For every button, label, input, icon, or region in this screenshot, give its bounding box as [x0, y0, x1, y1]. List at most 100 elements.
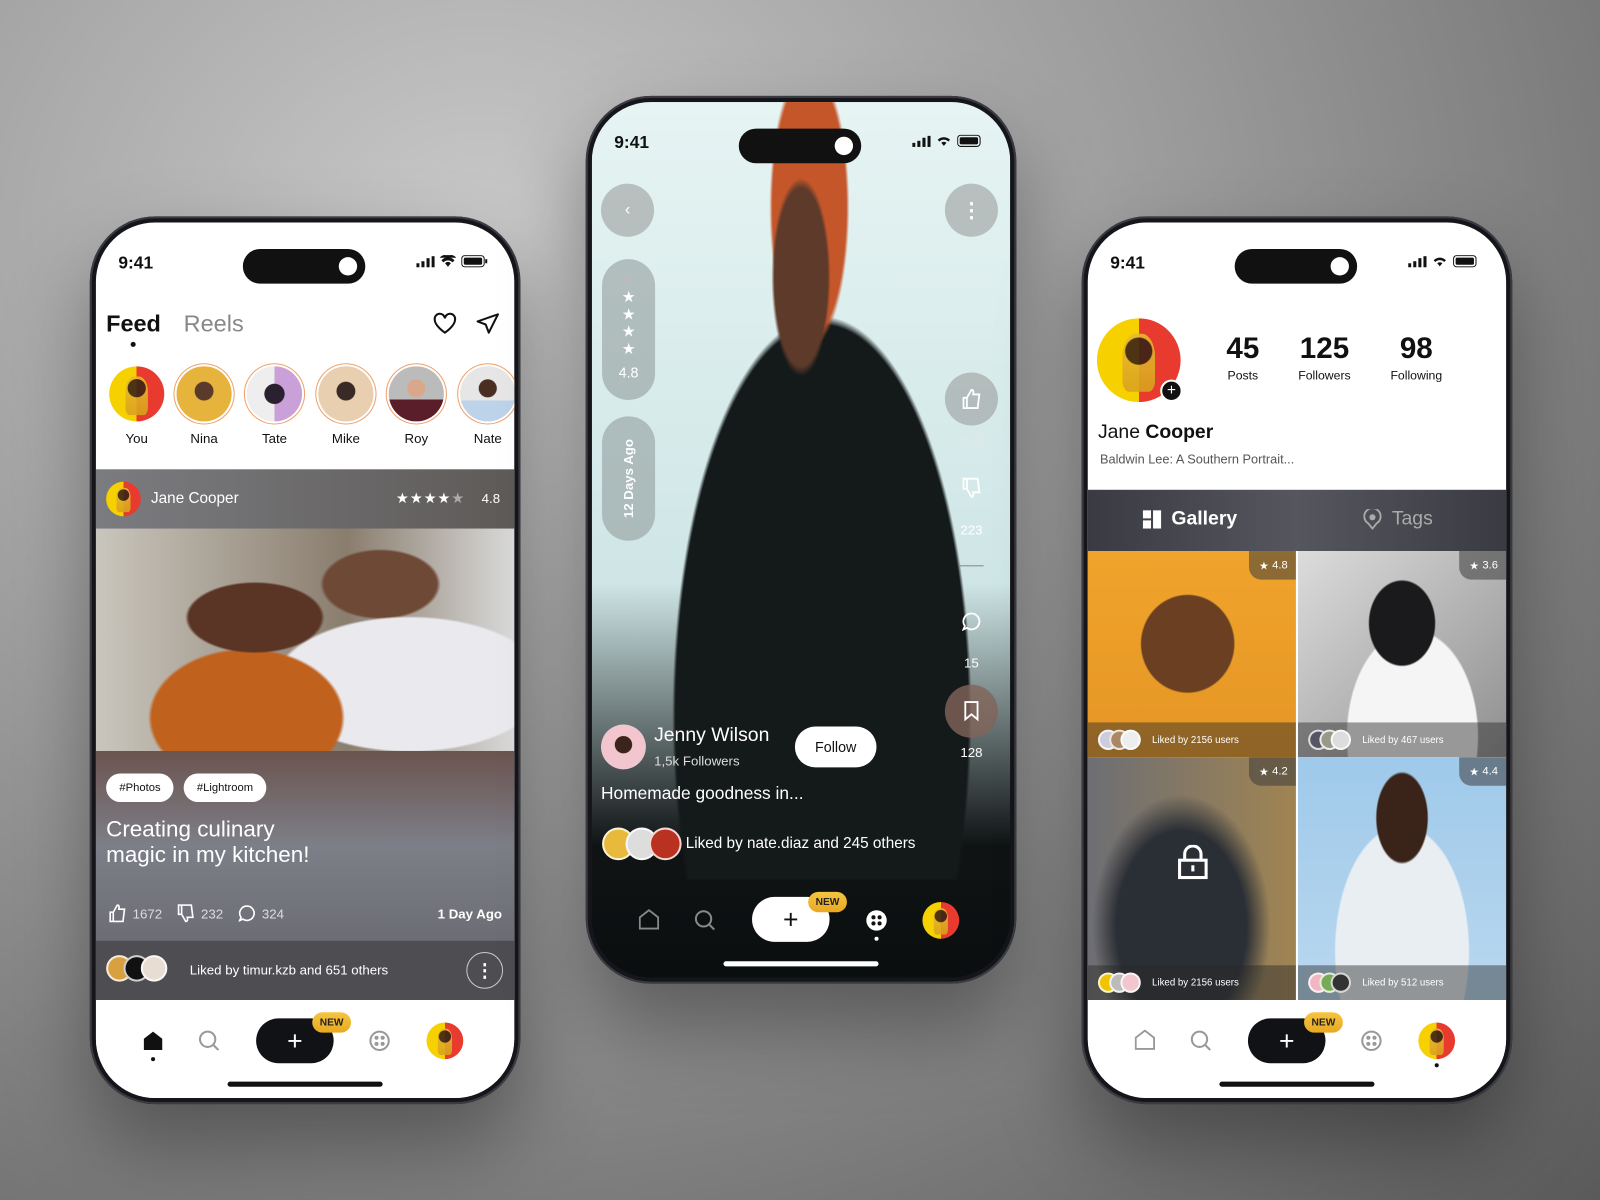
- post-author-avatar[interactable]: [106, 481, 141, 517]
- status-icons: [1408, 255, 1479, 268]
- lock-icon: [1178, 844, 1208, 880]
- home-indicator: [723, 961, 879, 967]
- profile-nav-avatar[interactable]: [426, 1022, 464, 1060]
- post-time: 1 Day Ago: [437, 906, 503, 922]
- gallery-item[interactable]: ★ 3.6 Liked by 467 users: [1297, 551, 1507, 758]
- post-title: Creating culinary magic in my kitchen!: [106, 816, 309, 867]
- more-options-button[interactable]: ⋮: [466, 952, 504, 989]
- tab-feed[interactable]: Feed: [106, 310, 161, 338]
- story-avatar-mike[interactable]: [318, 366, 374, 422]
- profile-bio: Baldwin Lee: A Southern Portrait...: [1099, 452, 1295, 467]
- tag-photos[interactable]: #Photos: [106, 773, 174, 803]
- signal-icon: [416, 255, 435, 267]
- tag-lightroom[interactable]: #Lightroom: [183, 773, 267, 803]
- new-badge: NEW: [1304, 1012, 1343, 1033]
- profile-nav-avatar[interactable]: [1418, 1022, 1456, 1060]
- reel-liked-by[interactable]: Liked by nate.diaz and 245 others: [686, 835, 916, 852]
- star-icon: ★: [1469, 765, 1480, 779]
- profile-nav-avatar[interactable]: [922, 902, 960, 939]
- story-avatar-you[interactable]: [109, 366, 165, 422]
- follow-button[interactable]: Follow: [794, 726, 877, 768]
- tab-reels[interactable]: Reels: [184, 310, 244, 338]
- stat-followers[interactable]: 125 Followers: [1288, 333, 1361, 383]
- status-time: 9:41: [118, 253, 154, 273]
- post-title-line: magic in my kitchen!: [106, 841, 310, 868]
- story-name: Tate: [261, 430, 288, 446]
- gallery-item[interactable]: ★ 4.8 Liked by 2156 users: [1087, 551, 1296, 758]
- post-liked-band: Liked by timur.kzb and 651 others ⋮: [95, 940, 515, 1000]
- dislike-count: 232: [200, 905, 224, 921]
- rating-value: 4.2: [1272, 765, 1288, 778]
- map-pin-user-icon: [1363, 509, 1382, 530]
- bookmark-icon: [964, 701, 979, 722]
- stat-label: Following: [1390, 368, 1443, 383]
- home-icon[interactable]: [1134, 1029, 1155, 1050]
- tab-gallery[interactable]: Gallery: [1142, 508, 1237, 530]
- rating-value: 4.4: [1482, 765, 1498, 778]
- search-icon[interactable]: [694, 909, 716, 931]
- story-avatar-tate[interactable]: [246, 366, 303, 422]
- search-icon[interactable]: [198, 1030, 220, 1052]
- new-badge: NEW: [808, 891, 847, 913]
- gallery-liked-band: Liked by 467 users: [1297, 722, 1507, 758]
- rating-pill: ★ ★ ★ ★ ★ 4.8: [602, 259, 656, 400]
- story-name: Roy: [404, 430, 429, 446]
- grid-icon: [1142, 510, 1162, 529]
- save-button[interactable]: [944, 684, 998, 738]
- status-time: 9:41: [1110, 253, 1145, 273]
- more-button[interactable]: ⋮: [944, 183, 998, 237]
- star-icon: ★: [1258, 559, 1270, 572]
- thumbs-up-icon[interactable]: [108, 904, 126, 923]
- reel-author-name[interactable]: Jenny Wilson: [654, 724, 769, 746]
- gallery-item-locked[interactable]: ★ 4.2 Liked by 2156 users: [1087, 757, 1296, 1000]
- like-button[interactable]: [944, 372, 998, 426]
- back-button[interactable]: ‹: [601, 183, 655, 237]
- gallery-item[interactable]: ★ 4.4 Liked by 512 users: [1297, 757, 1507, 1000]
- star-icon: ★: [1258, 765, 1270, 779]
- dynamic-island: [1234, 248, 1358, 284]
- stat-value: 98: [1399, 332, 1433, 366]
- chevron-left-icon: ‹: [624, 201, 631, 219]
- reels-icon[interactable]: [865, 909, 887, 931]
- dynamic-island: [242, 248, 366, 284]
- comment-icon[interactable]: [237, 904, 255, 922]
- post-image[interactable]: [95, 528, 515, 752]
- active-nav-dot: [151, 1057, 156, 1062]
- reels-icon[interactable]: [368, 1030, 390, 1052]
- post-rating-stars: ★★★★★: [395, 489, 466, 507]
- post-author-name[interactable]: Jane Cooper: [151, 490, 239, 507]
- reel-caption[interactable]: Homemade goodness in...: [601, 784, 804, 804]
- stat-following[interactable]: 98 Following: [1378, 333, 1456, 383]
- liked-avatars: [602, 827, 682, 861]
- reels-icon[interactable]: [1360, 1030, 1382, 1052]
- active-nav-dot: [874, 936, 879, 941]
- stat-posts[interactable]: 45 Posts: [1212, 333, 1273, 383]
- reel-author-avatar[interactable]: [601, 724, 646, 770]
- heart-icon[interactable]: [433, 312, 457, 334]
- phone-profile: 9:41 + 45 Posts 125 Followers 98 Followi…: [1081, 216, 1513, 1105]
- post-stats: 1672 232 324: [108, 904, 284, 923]
- comment-button[interactable]: [945, 595, 998, 648]
- feed-screen: 9:41 Feed Reels You Nina Tate Mike Roy N…: [95, 222, 515, 1098]
- stat-label: Followers: [1298, 368, 1351, 383]
- reel-screen[interactable]: 9:41 ‹ ⋮ ★ ★ ★ ★ ★ 4.8 12 Days Ago 1542 223 …: [591, 102, 1011, 978]
- dislike-button[interactable]: [945, 461, 998, 514]
- liked-by-text: Liked by 467 users: [1362, 734, 1444, 746]
- dynamic-island: [738, 128, 862, 164]
- story-avatar-nina[interactable]: [176, 366, 232, 422]
- tab-tags[interactable]: Tags: [1363, 508, 1433, 530]
- liked-by-text[interactable]: Liked by timur.kzb and 651 others: [190, 962, 388, 977]
- home-icon[interactable]: [143, 1031, 163, 1051]
- story-avatar-nate[interactable]: [460, 366, 515, 422]
- story-avatar-roy[interactable]: [388, 366, 444, 422]
- feed-post[interactable]: Jane Cooper ★★★★★ 4.8 #Photos #Lightroom…: [95, 469, 515, 1000]
- send-icon[interactable]: [476, 312, 500, 334]
- gallery-liked-band: Liked by 2156 users: [1087, 722, 1296, 758]
- reel-save-count: 128: [960, 744, 983, 761]
- gallery-liked-band: Liked by 2156 users: [1087, 965, 1296, 1000]
- thumbs-down-icon[interactable]: [176, 904, 194, 923]
- home-icon[interactable]: [638, 909, 660, 930]
- profile-tabs: Gallery Tags: [1087, 489, 1507, 552]
- add-story-button[interactable]: +: [1160, 379, 1183, 403]
- search-icon[interactable]: [1190, 1030, 1212, 1052]
